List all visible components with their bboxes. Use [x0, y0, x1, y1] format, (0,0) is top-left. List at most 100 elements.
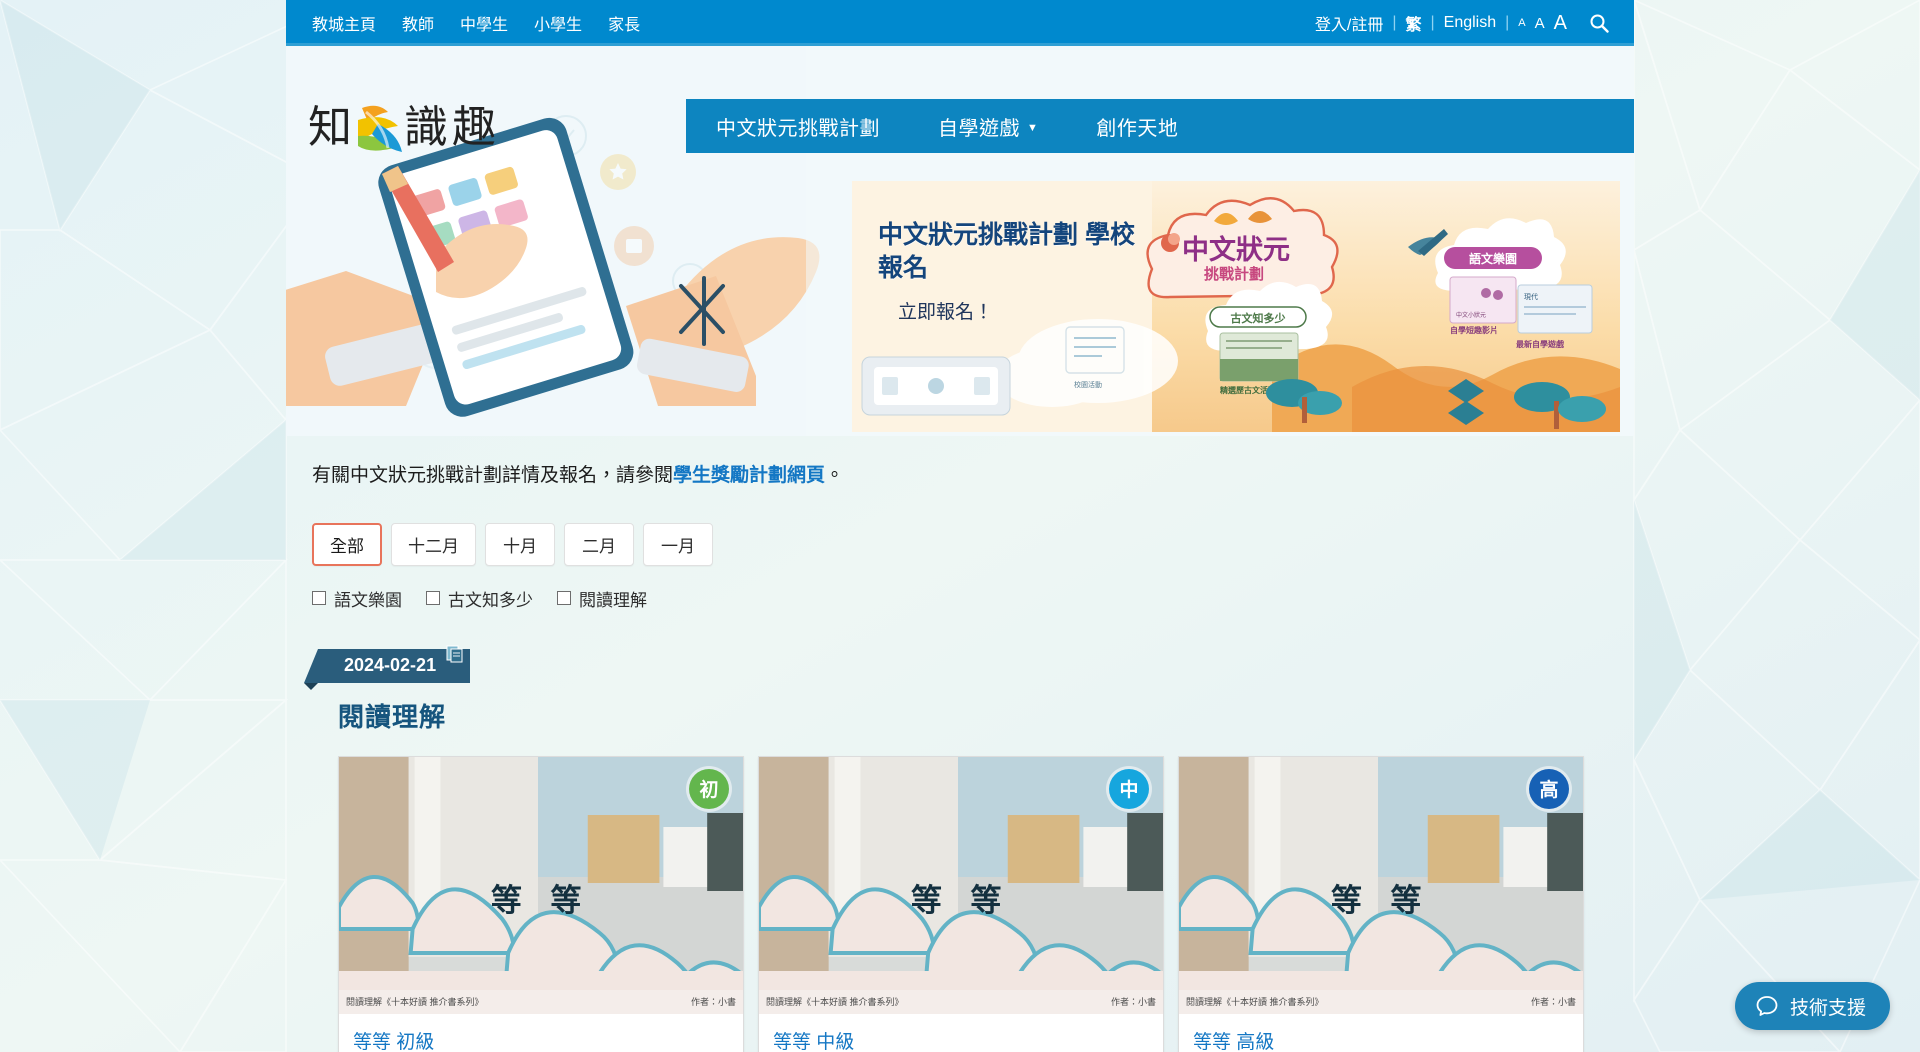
- checkbox-yuedu-lijie[interactable]: 閱讀理解: [557, 586, 647, 611]
- logo-char-zhi: 知: [308, 103, 352, 152]
- group-title: 閱讀理解: [338, 701, 447, 732]
- card-caption-right: 作者：小書: [1110, 997, 1156, 1007]
- topnav-item-home[interactable]: 教城主頁: [312, 11, 376, 35]
- result-group: 2024-02-21 閱讀理解 初 等 等 閱讀理解《十本好讀 推介書系列》 作…: [303, 645, 1608, 1052]
- mainnav-item-challenge[interactable]: 中文狀元挑戰計劃: [716, 112, 880, 141]
- checkbox-yuwen-leyuan[interactable]: 語文樂園: [312, 586, 402, 611]
- category-filter-row: 語文樂園 古文知多少 閱讀理解: [312, 586, 1608, 611]
- content-card[interactable]: 中 等 等 閱讀理解《十本好讀 推介書系列》 作者：小書 等等 中級: [758, 755, 1164, 1052]
- card-thumbnail: 高 等 等 閱讀理解《十本好讀 推介書系列》 作者：小書: [1179, 756, 1583, 1014]
- hero-subtitle: 立即報名！: [898, 302, 994, 323]
- hero-art-title: 中文狀元: [1182, 234, 1290, 265]
- hero-caption-games: 最新自學遊戲: [1516, 339, 1564, 349]
- card-title[interactable]: 等等 高級: [1179, 1014, 1583, 1052]
- topnav-item-secondary[interactable]: 中學生: [460, 11, 508, 35]
- mainnav-label-challenge: 中文狀元挑戰計劃: [716, 117, 880, 140]
- hero-thumb-label-1: 中文小狀元: [1456, 311, 1486, 319]
- filter-button-october[interactable]: 十月: [485, 522, 555, 566]
- level-badge-label: 初: [699, 780, 719, 801]
- logo-char-qu: 趣: [452, 103, 496, 152]
- level-badge-label: 中: [1119, 780, 1139, 801]
- checkbox-guwen-zhiduoshao[interactable]: 古文知多少: [426, 586, 533, 611]
- language-chinese-link[interactable]: 繁: [1405, 11, 1421, 35]
- document-icon: [446, 645, 463, 662]
- search-icon: [1590, 14, 1609, 33]
- card-caption-bar: 閱讀理解《十本好讀 推介書系列》 作者：小書: [1179, 989, 1583, 1014]
- thumbnail-title-text: 等 等: [910, 882, 1012, 918]
- page-shell: 教城主頁 教師 中學生 小學生 家長 登入/註冊 | 繁 | English |…: [286, 0, 1634, 1052]
- checkbox-box-yuwen[interactable]: [312, 591, 326, 605]
- separator-2: |: [1430, 14, 1435, 31]
- font-size-medium-button[interactable]: A: [1535, 15, 1545, 32]
- card-title[interactable]: 等等 中級: [759, 1014, 1163, 1052]
- checkbox-label-yuwen: 語文樂園: [334, 590, 402, 610]
- intro-paragraph: 有關中文狀元挑戰計劃詳情及報名，請參閱學生獎勵計劃網頁。: [312, 454, 1608, 491]
- card-thumbnail: 中 等 等 閱讀理解《十本好讀 推介書系列》 作者：小書: [759, 756, 1163, 1014]
- level-badge-label: 高: [1539, 780, 1559, 801]
- separator-1: |: [1392, 14, 1397, 31]
- mainnav-label-creation: 創作天地: [1096, 117, 1179, 140]
- topnav-item-teacher[interactable]: 教師: [402, 11, 434, 35]
- chevron-down-icon: ▼: [1027, 121, 1039, 134]
- checkbox-label-guwen: 古文知多少: [448, 590, 533, 610]
- top-utility-bar: 教城主頁 教師 中學生 小學生 家長 登入/註冊 | 繁 | English |…: [286, 0, 1634, 46]
- support-button-label: 技術支援: [1789, 997, 1866, 1019]
- font-size-small-button[interactable]: A: [1518, 17, 1525, 29]
- content-card[interactable]: 高 等 等 閱讀理解《十本好讀 推介書系列》 作者：小書 等等 高級: [1178, 755, 1584, 1052]
- card-caption-right: 作者：小書: [690, 997, 736, 1007]
- filter-button-february[interactable]: 二月: [564, 522, 634, 566]
- checkbox-box-yuedu[interactable]: [557, 591, 571, 605]
- student-award-link[interactable]: 學生獎勵計劃網頁: [673, 465, 825, 486]
- card-list: 初 等 等 閱讀理解《十本好讀 推介書系列》 作者：小書 等等 初級 中 等 等…: [338, 755, 1608, 1052]
- hero-art-subtitle: 挑戰計劃: [1204, 265, 1264, 283]
- level-badge: 中: [1109, 768, 1149, 809]
- site-header: 知 識 趣 中文狀元挑戰計劃 自學遊戲 ▼ 創作天地 校園活動 中文狀元 挑戰計…: [286, 46, 1634, 436]
- filter-button-january[interactable]: 一月: [643, 522, 713, 566]
- date-badge: 2024-02-21: [303, 645, 471, 690]
- chat-bubble-icon: [1756, 996, 1778, 1016]
- card-title[interactable]: 等等 初級: [339, 1014, 743, 1052]
- hero-badge-guwen: 古文知多少: [1231, 311, 1286, 325]
- hero-banner[interactable]: 校園活動 中文狀元 挑戰計劃 語文樂園 中文小狀元 現代 自學短趣影片 最新自學…: [852, 181, 1620, 432]
- search-button[interactable]: [1586, 10, 1612, 36]
- level-badge: 高: [1529, 768, 1569, 809]
- main-navigation: 中文狀元挑戰計劃 自學遊戲 ▼ 創作天地: [686, 99, 1634, 153]
- content-card[interactable]: 初 等 等 閱讀理解《十本好讀 推介書系列》 作者：小書 等等 初級: [338, 755, 744, 1052]
- hero-badge-yuwen: 語文樂園: [1469, 251, 1517, 266]
- thumbnail-title-text: 等 等: [1330, 882, 1432, 918]
- card-caption-right: 作者：小書: [1530, 997, 1576, 1007]
- hero-title: 中文狀元挑戰計劃 學校報名: [878, 221, 1135, 282]
- checkbox-box-guwen[interactable]: [426, 591, 440, 605]
- hero-caption-video: 自學短趣影片: [1450, 325, 1498, 335]
- font-size-large-button[interactable]: A: [1554, 12, 1567, 35]
- thumbnail-title-text: 等 等: [490, 882, 592, 918]
- intro-text-before: 有關中文狀元挑戰計劃詳情及報名，請參閱: [312, 465, 674, 486]
- hero-caption-school: 校園活動: [1074, 380, 1102, 389]
- separator-3: |: [1505, 14, 1510, 31]
- support-button[interactable]: 技術支援: [1734, 982, 1890, 1030]
- language-english-link[interactable]: English: [1444, 14, 1496, 32]
- mainnav-item-selflearn-games[interactable]: 自學遊戲 ▼: [938, 112, 1038, 141]
- logo-char-shi: 識: [404, 103, 448, 152]
- hero-text-block: 中文狀元挑戰計劃 學校報名 立即報名！: [878, 219, 1148, 324]
- hero-thumb-label-2: 現代: [1524, 292, 1538, 301]
- topnav-item-parent[interactable]: 家長: [608, 11, 640, 35]
- login-register-link[interactable]: 登入/註冊: [1315, 11, 1383, 35]
- card-caption-left: 閱讀理解《十本好讀 推介書系列》: [766, 997, 904, 1007]
- intro-text-after: 。: [825, 465, 845, 486]
- site-logo[interactable]: 知 識 趣: [308, 94, 538, 158]
- card-caption-left: 閱讀理解《十本好讀 推介書系列》: [1186, 997, 1324, 1007]
- card-caption-bar: 閱讀理解《十本好讀 推介書系列》 作者：小書: [339, 989, 743, 1014]
- filter-button-december[interactable]: 十二月: [391, 522, 476, 566]
- top-utility-right: 登入/註冊 | 繁 | English | A A A: [1315, 10, 1612, 36]
- mainnav-item-creation[interactable]: 創作天地: [1096, 112, 1178, 141]
- card-caption-bar: 閱讀理解《十本好讀 推介書系列》 作者：小書: [759, 989, 1163, 1014]
- topnav-item-primary[interactable]: 小學生: [534, 11, 582, 35]
- level-badge: 初: [689, 768, 729, 809]
- top-nav-links: 教城主頁 教師 中學生 小學生 家長: [312, 11, 640, 35]
- main-content: 有關中文狀元挑戰計劃詳情及報名，請參閱學生獎勵計劃網頁。 全部 十二月 十月 二…: [286, 436, 1634, 1052]
- checkbox-label-yuedu: 閱讀理解: [579, 590, 647, 610]
- logo-stylised-wen: [358, 105, 402, 152]
- month-filter-row: 全部 十二月 十月 二月 一月: [312, 522, 1608, 566]
- filter-button-all[interactable]: 全部: [312, 522, 382, 566]
